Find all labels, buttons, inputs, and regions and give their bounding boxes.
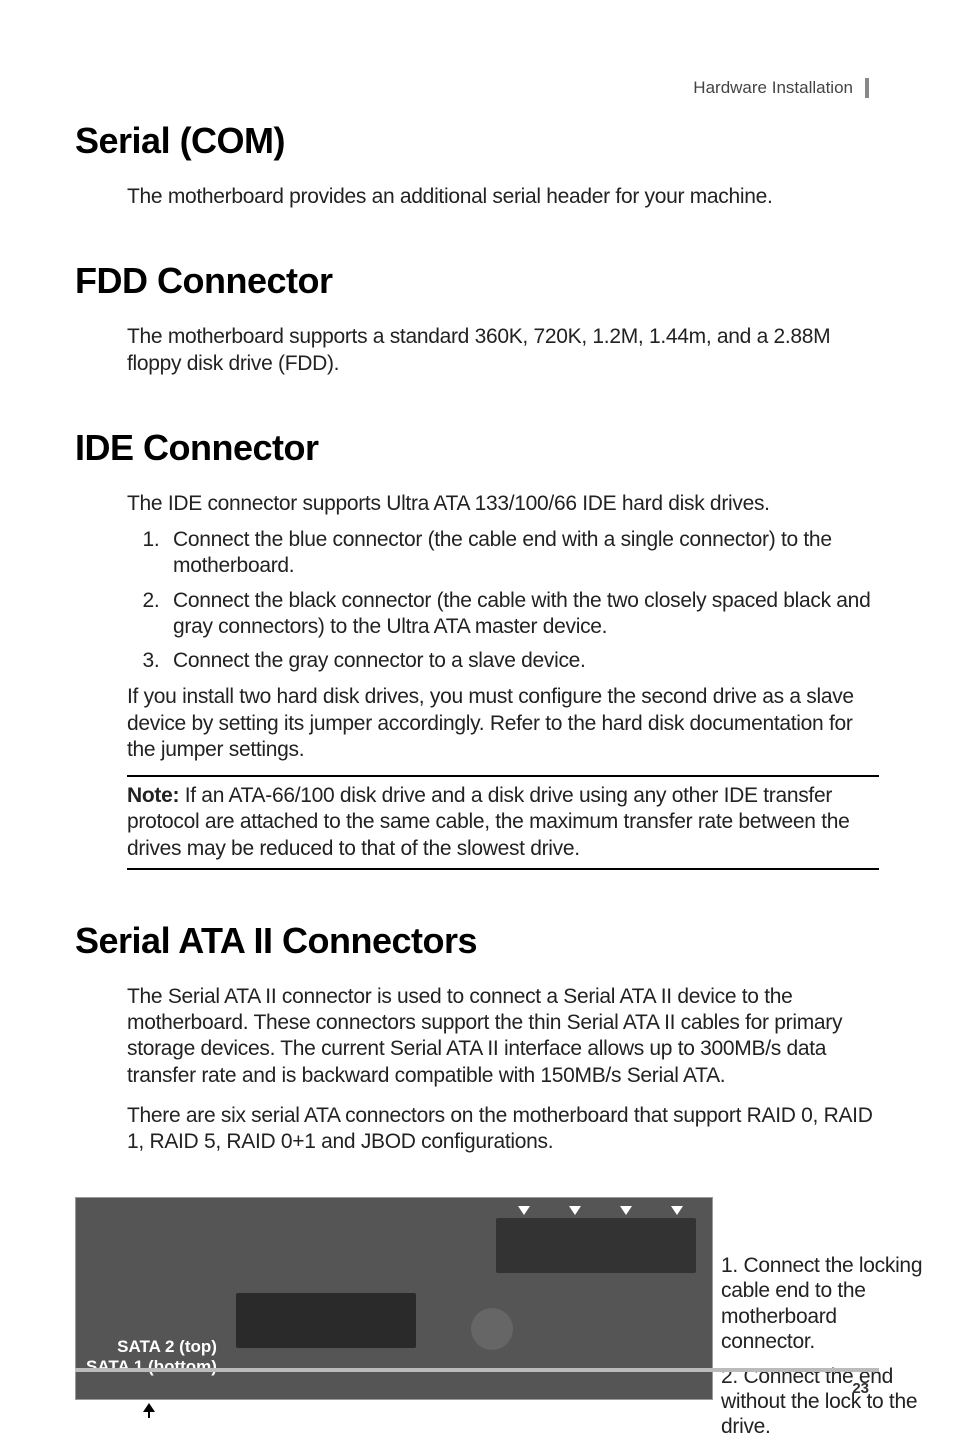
ide-step-1: Connect the blue connector (the cable en…: [165, 527, 879, 580]
fdd-heading: FDD Connector: [75, 260, 879, 302]
sata-instruction-2: 2. Connect the end without the lock to t…: [721, 1364, 936, 1440]
header-section-label: Hardware Installation: [693, 78, 869, 98]
footer-divider: [75, 1368, 879, 1372]
sata-instructions: 1. Connect the locking cable end to the …: [721, 1253, 936, 1449]
sata2-label: SATA 2 (top): [86, 1337, 217, 1357]
serial-com-body: The motherboard provides an additional s…: [127, 184, 879, 210]
ide-note-box: Note: If an ATA-66/100 disk drive and a …: [127, 775, 879, 870]
sata-body-1: The Serial ATA II connector is used to c…: [127, 984, 879, 1089]
ide-step-2: Connect the black connector (the cable w…: [165, 588, 879, 641]
arrow-down-icon: [518, 1206, 530, 1215]
arrow-down-icon: [569, 1206, 581, 1215]
fdd-body: The motherboard supports a standard 360K…: [127, 324, 879, 377]
ide-steps-list: Connect the blue connector (the cable en…: [165, 527, 879, 674]
sata-heading: Serial ATA II Connectors: [75, 920, 879, 962]
ide-step-3: Connect the gray connector to a slave de…: [165, 648, 879, 674]
sata-instruction-1: 1. Connect the locking cable end to the …: [721, 1253, 936, 1354]
note-label: Note:: [127, 784, 179, 807]
ide-post-text: If you install two hard disk drives, you…: [127, 684, 879, 763]
arrow-row: [516, 1206, 683, 1215]
arrow-down-icon: [671, 1206, 683, 1215]
arrow-up-icon: [143, 1403, 155, 1412]
sata-body-2: There are six serial ATA connectors on t…: [127, 1103, 879, 1156]
arrow-up-container: [143, 1403, 155, 1418]
serial-com-heading: Serial (COM): [75, 120, 879, 162]
ide-heading: IDE Connector: [75, 427, 879, 469]
page-number: 23: [852, 1380, 869, 1397]
note-body: If an ATA-66/100 disk drive and a disk d…: [127, 784, 850, 860]
ide-intro: The IDE connector supports Ultra ATA 133…: [127, 491, 879, 517]
arrow-down-icon: [620, 1206, 632, 1215]
